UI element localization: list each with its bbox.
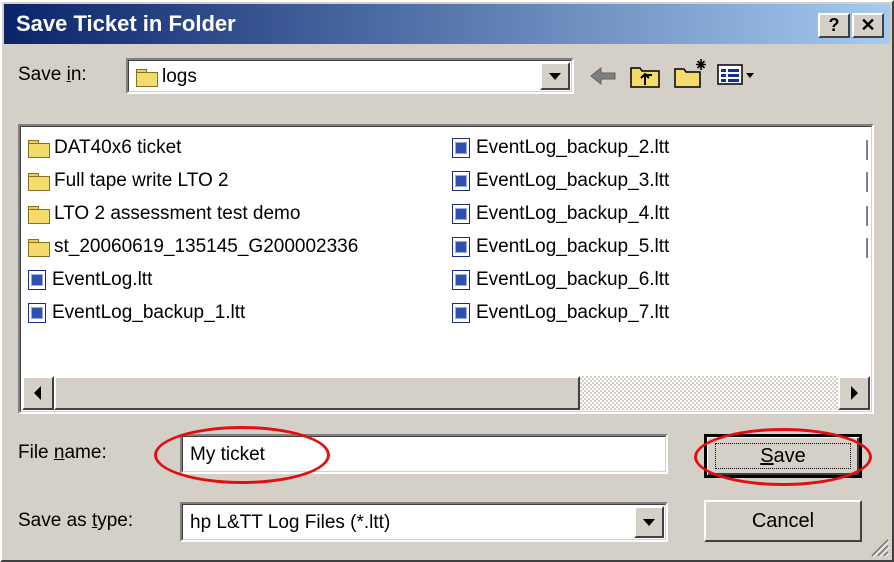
file-list-item-name: EventLog_backup_5.ltt — [476, 236, 670, 257]
file-list-item[interactable]: EventLog_backup_6.ltt — [452, 266, 669, 294]
ltt-file-icon — [452, 171, 470, 191]
file-list-item-name: DAT40x6 ticket — [54, 137, 182, 158]
horizontal-scrollbar[interactable] — [22, 376, 870, 410]
file-list-item[interactable]: EventLog_backup_5.ltt — [452, 233, 669, 261]
help-button[interactable]: ? — [818, 13, 850, 38]
file-list[interactable]: DAT40x6 ticket Full tape write LTO 2 LTO 2… — [18, 124, 874, 414]
folder-icon — [28, 172, 50, 191]
up-folder-icon[interactable] — [628, 60, 662, 90]
scroll-thumb[interactable] — [54, 376, 580, 410]
file-list-item-name: EventLog_backup_1.ltt — [52, 302, 246, 323]
save-as-type-label: Save as type: — [18, 510, 134, 531]
folder-icon — [28, 205, 50, 224]
dialog-title: Save Ticket in Folder — [16, 11, 236, 36]
focus-rect — [715, 443, 851, 469]
file-list-item-name: EventLog_backup_6.ltt — [476, 269, 670, 290]
back-icon[interactable] — [588, 62, 618, 90]
truncated-column-edge — [866, 140, 868, 160]
file-list-item-name: EventLog_backup_3.ltt — [476, 170, 670, 191]
file-name-input[interactable]: My ticket — [180, 434, 668, 474]
file-list-item-name: EventLog_backup_7.ltt — [476, 302, 670, 323]
file-name-label: File name: — [18, 442, 107, 463]
file-list-item[interactable]: Full tape write LTO 2 — [28, 167, 229, 195]
ltt-file-icon — [28, 303, 46, 323]
save-ticket-dialog: Save Ticket in Folder ? ✕ Save in: logs … — [0, 0, 894, 562]
file-list-item-name: st_20060619_135145_G200002336 — [54, 236, 359, 257]
file-list-item[interactable]: EventLog.ltt — [28, 266, 152, 294]
file-list-item[interactable]: LTO 2 assessment test demo — [28, 200, 300, 228]
file-list-item[interactable]: DAT40x6 ticket — [28, 134, 181, 162]
ltt-file-icon — [452, 138, 470, 158]
save-as-type-dropdown[interactable]: hp L&TT Log Files (*.ltt) — [180, 502, 668, 542]
scroll-right-button[interactable] — [838, 376, 870, 410]
file-list-item[interactable]: EventLog_backup_4.ltt — [452, 200, 669, 228]
arrow-left-icon — [34, 386, 41, 400]
file-list-item-name: EventLog.ltt — [52, 269, 153, 290]
new-folder-icon[interactable] — [672, 56, 710, 90]
ltt-file-icon — [452, 237, 470, 257]
ltt-file-icon — [452, 270, 470, 290]
file-list-item[interactable]: EventLog_backup_2.ltt — [452, 134, 669, 162]
save-in-label: Save in: — [18, 64, 87, 85]
ltt-file-icon — [28, 270, 46, 290]
file-list-item[interactable]: EventLog_backup_1.ltt — [28, 299, 245, 327]
file-list-item[interactable]: EventLog_backup_3.ltt — [452, 167, 669, 195]
title-bar[interactable]: Save Ticket in Folder ? ✕ — [4, 4, 890, 44]
folder-icon — [28, 238, 50, 257]
open-folder-icon — [136, 68, 158, 87]
file-list-item[interactable]: EventLog_backup_7.ltt — [452, 299, 669, 327]
file-list-item[interactable]: st_20060619_135145_G200002336 — [28, 233, 358, 261]
size-grip-icon[interactable] — [868, 536, 890, 558]
save-in-dropdown[interactable]: logs — [126, 58, 574, 94]
save-in-dropdown-arrow[interactable] — [540, 62, 570, 90]
file-list-item-name: EventLog_backup_4.ltt — [476, 203, 670, 224]
ltt-file-icon — [452, 303, 470, 323]
cancel-button[interactable]: Cancel — [704, 500, 862, 542]
save-button[interactable]: Save — [704, 434, 862, 478]
save-as-type-dropdown-arrow[interactable] — [634, 506, 664, 538]
file-list-item-name: Full tape write LTO 2 — [54, 170, 229, 191]
ltt-file-icon — [452, 204, 470, 224]
close-button[interactable]: ✕ — [852, 13, 884, 38]
save-as-type-value: hp L&TT Log Files (*.ltt) — [190, 512, 391, 533]
file-name-value: My ticket — [190, 444, 265, 465]
arrow-right-icon — [851, 386, 858, 400]
file-list-item-name: LTO 2 assessment test demo — [54, 203, 301, 224]
file-list-item-name: EventLog_backup_2.ltt — [476, 137, 670, 158]
save-in-value: logs — [162, 66, 197, 87]
view-menu-icon[interactable] — [716, 62, 758, 88]
folder-icon — [28, 139, 50, 158]
scroll-left-button[interactable] — [22, 376, 54, 410]
